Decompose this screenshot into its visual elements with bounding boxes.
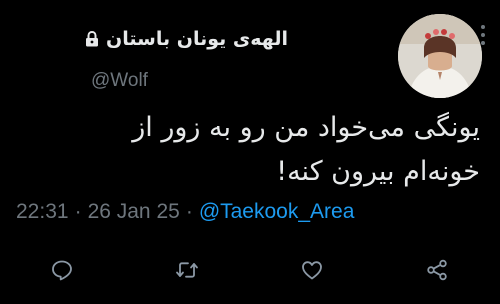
retweet-button[interactable] — [174, 257, 200, 283]
lock-icon — [86, 31, 99, 47]
ellipsis-dot — [481, 41, 485, 45]
ellipsis-dot — [481, 33, 485, 37]
like-button[interactable] — [299, 257, 325, 283]
retweet-icon — [176, 262, 198, 278]
reply-icon — [52, 260, 72, 281]
tweet-text: یونگی می‌خواد من رو به زور از خونه‌ام بی… — [10, 106, 480, 194]
source-link[interactable]: @Taekook_Area — [199, 200, 355, 224]
tweet-text-line: یونگی می‌خواد من رو به زور از — [132, 112, 480, 143]
reply-button[interactable] — [49, 257, 75, 283]
tweet-card: الهه‌ی یونان باستان @Wolf یونگی می‌خواد … — [0, 0, 500, 304]
ellipsis-dot — [481, 25, 485, 29]
tweet-meta: 22:31 · 26 Jan 25 · @Taekook_Area — [16, 200, 354, 224]
meta-separator: · — [74, 200, 82, 223]
share-icon — [427, 259, 447, 281]
author-display-name: الهه‌ی یونان باستان — [106, 28, 288, 50]
meta-separator: · — [185, 200, 193, 223]
action-bar — [0, 257, 500, 287]
avatar-image — [398, 14, 482, 98]
share-button[interactable] — [424, 257, 450, 283]
heart-icon — [302, 261, 322, 280]
tweet-time[interactable]: 22:31 — [16, 200, 69, 224]
tweet-date[interactable]: 26 Jan 25 — [88, 200, 180, 224]
tweet-text-line: خونه‌ام بیرون کنه! — [276, 156, 480, 187]
avatar[interactable] — [398, 14, 482, 98]
author-handle[interactable]: @Wolf — [91, 70, 148, 92]
author-name-row[interactable]: الهه‌ی یونان باستان — [85, 28, 288, 50]
